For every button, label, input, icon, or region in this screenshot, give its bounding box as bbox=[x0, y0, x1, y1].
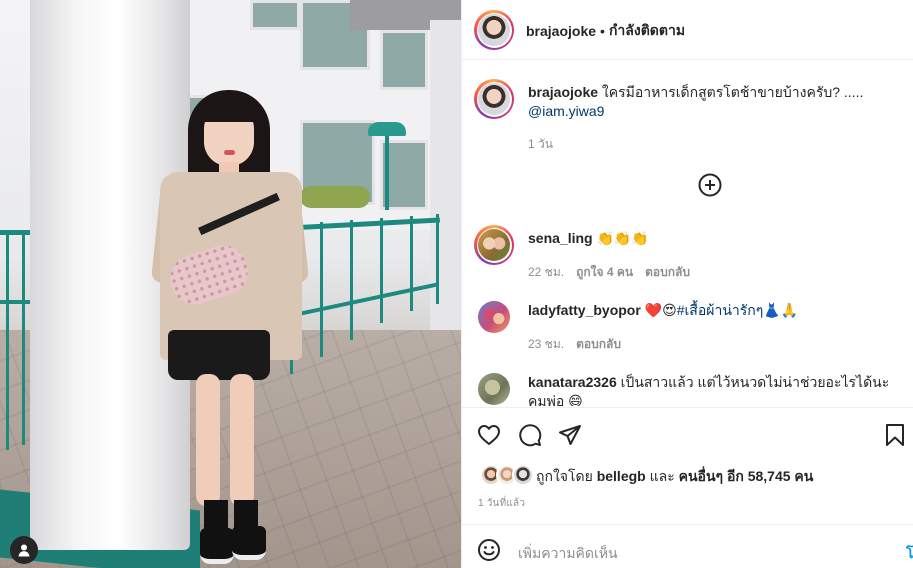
paper-plane-icon[interactable] bbox=[557, 422, 583, 448]
post-actions: ถูกใจโดย bellegb และ คนอื่นๆ อีก 58,745 … bbox=[462, 407, 913, 524]
comment-text: ❤️😍 bbox=[644, 302, 677, 318]
caption-meta: 1 วัน bbox=[528, 135, 553, 154]
caption-text: ใครมีอาหารเด็กสูตรโตช้าขายบ้างครับ? ....… bbox=[601, 84, 864, 100]
comment-item: kanatara2326 เป็นสาวแล้ว แต่ไว้หนวดไม่น่… bbox=[528, 373, 904, 406]
comment-username[interactable]: sena_ling bbox=[528, 230, 593, 246]
post-comment-button[interactable]: โ bbox=[906, 543, 913, 565]
comment-username[interactable]: ladyfatty_byopor bbox=[528, 302, 641, 318]
heart-icon[interactable] bbox=[476, 422, 502, 448]
smiley-icon[interactable] bbox=[476, 537, 502, 563]
caption-avatar-ring[interactable] bbox=[474, 79, 514, 119]
comment-item: ladyfatty_byopor ❤️😍#เสื้อผ้าน่ารักๆ👗🙏 bbox=[528, 301, 798, 320]
comment-text: 👏👏👏 bbox=[596, 230, 649, 246]
post-timestamp[interactable]: 1 วันที่แล้ว bbox=[478, 496, 525, 511]
comment-avatar-ring[interactable] bbox=[474, 225, 514, 265]
caption-avatar bbox=[478, 83, 510, 115]
likes-prefix: ถูกใจโดย bbox=[536, 468, 593, 484]
person-tag-icon[interactable] bbox=[10, 536, 38, 564]
reply-button[interactable]: ตอบกลับ bbox=[645, 263, 690, 282]
comment-likes[interactable]: ถูกใจ 4 คน bbox=[576, 263, 633, 282]
author-avatar bbox=[478, 14, 510, 46]
comment-bubble-icon[interactable] bbox=[517, 422, 543, 448]
caption-mention[interactable]: @iam.yiwa9 bbox=[528, 103, 604, 119]
comment-item: sena_ling 👏👏👏 bbox=[528, 229, 649, 248]
comment-hashtag[interactable]: #เสื้อผ้าน่ารักๆ bbox=[677, 302, 764, 318]
header-separator: • bbox=[600, 23, 605, 39]
author-username[interactable]: brajaojoke bbox=[526, 23, 596, 39]
caption-age[interactable]: 1 วัน bbox=[528, 135, 553, 154]
comment-input[interactable]: เพิ่มความคิดเห็น bbox=[518, 543, 618, 565]
likes-summary: ถูกใจโดย bellegb และ คนอื่นๆ อีก 58,745 … bbox=[536, 466, 813, 488]
caption: brajaojoke ใครมีอาหารเด็กสูตรโตช้าขายบ้า… bbox=[528, 83, 898, 121]
likes-others[interactable]: คนอื่นๆ อีก 58,745 คน bbox=[679, 468, 814, 484]
comments-list[interactable]: brajaojoke ใครมีอาหารเด็กสูตรโตช้าขายบ้า… bbox=[462, 61, 913, 406]
plus-circle-icon[interactable] bbox=[698, 173, 722, 197]
reply-button[interactable]: ตอบกลับ bbox=[576, 335, 621, 354]
post-header: brajaojoke • กำลังติดตาม bbox=[462, 0, 913, 60]
comment-text-suffix: 👗🙏 bbox=[763, 302, 799, 318]
likes-joiner: และ bbox=[649, 468, 675, 484]
comment-meta: 22 ชม. ถูกใจ 4 คน ตอบกลับ bbox=[528, 263, 690, 282]
caption-username[interactable]: brajaojoke bbox=[528, 84, 598, 100]
comment-form: เพิ่มความคิดเห็น โ bbox=[462, 524, 913, 568]
comment-avatar[interactable] bbox=[478, 301, 510, 333]
comment-meta: 23 ชม. ตอบกลับ bbox=[528, 335, 621, 354]
bookmark-icon[interactable] bbox=[882, 422, 908, 448]
liker-avatar[interactable] bbox=[512, 464, 534, 486]
post-sidebar: brajaojoke • กำลังติดตาม brajaojoke ใครม… bbox=[461, 0, 913, 568]
comment-age[interactable]: 22 ชม. bbox=[528, 263, 564, 282]
comment-username[interactable]: kanatara2326 bbox=[528, 374, 617, 390]
author-avatar-ring[interactable] bbox=[474, 10, 514, 50]
comment-age[interactable]: 23 ชม. bbox=[528, 335, 564, 354]
liker-username[interactable]: bellegb bbox=[597, 468, 646, 484]
comment-avatar[interactable] bbox=[478, 373, 510, 405]
comment-avatar bbox=[478, 229, 510, 261]
following-button[interactable]: กำลังติดตาม bbox=[609, 20, 685, 42]
post-photo[interactable] bbox=[0, 0, 461, 568]
person-figure bbox=[0, 0, 461, 568]
